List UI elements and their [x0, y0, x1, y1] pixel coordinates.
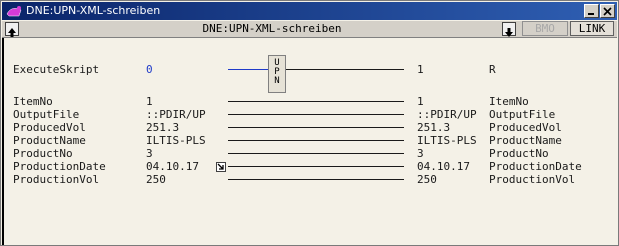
row-left-value[interactable]: 04.10.17 — [146, 160, 199, 173]
row-connector — [228, 179, 404, 180]
close-button[interactable] — [600, 4, 615, 18]
arrow-up-icon — [8, 28, 16, 37]
arrow-down-icon — [505, 28, 513, 37]
execute-right-label: R — [489, 63, 496, 76]
slider-letter: N — [274, 76, 280, 86]
toolbar: DNE:UPN-XML-schreiben BMO LINK — [2, 21, 617, 38]
row-right-value: ILTIS-PLS — [417, 134, 477, 147]
row-connector — [228, 127, 404, 128]
row-right-value: 251.3 — [417, 121, 451, 134]
row-left-value[interactable]: 1 — [146, 95, 153, 108]
row-right-label: ProducedVol — [489, 121, 562, 134]
row-left-value[interactable]: 251.3 — [146, 121, 179, 134]
row-left-value[interactable]: 3 — [146, 147, 153, 160]
row-label: OutputFile — [13, 108, 80, 121]
row-label: ProducedVol — [13, 121, 86, 134]
row-right-value: 1 — [417, 95, 424, 108]
row-label: ProductName — [13, 134, 86, 147]
row-left-value[interactable]: ::PDIR/UP — [146, 108, 206, 121]
close-icon — [603, 7, 612, 16]
parameter-panel: ExecuteSkript 0 U P N 1 R ItemNo 1 1 Ite… — [2, 38, 617, 245]
row-label: ItemNo — [13, 95, 53, 108]
app-icon — [6, 6, 22, 17]
toolbar-title: DNE:UPN-XML-schreiben — [202, 22, 342, 35]
row-connector — [228, 166, 404, 167]
minimize-button[interactable] — [584, 4, 599, 18]
row-left-value[interactable]: ILTIS-PLS — [146, 134, 206, 147]
title-bar[interactable]: DNE:UPN-XML-schreiben — [2, 2, 617, 20]
execute-right-value: 1 — [417, 63, 424, 76]
row-right-label: ProductNo — [489, 147, 549, 160]
row-connector — [228, 153, 404, 154]
app-window: DNE:UPN-XML-schreiben DNE:UPN-XML-schrei… — [0, 0, 619, 246]
row-label: ProductNo — [13, 147, 73, 160]
execute-left-value[interactable]: 0 — [146, 63, 153, 76]
row-right-value: ::PDIR/UP — [417, 108, 477, 121]
row-right-value: 3 — [417, 147, 424, 160]
minimize-icon — [588, 13, 594, 15]
date-picker-button[interactable] — [216, 162, 226, 172]
row-right-value: 04.10.17 — [417, 160, 470, 173]
row-right-label: ItemNo — [489, 95, 529, 108]
row-right-label: OutputFile — [489, 108, 556, 121]
row-right-value: 250 — [417, 173, 437, 186]
row-connector — [228, 101, 404, 102]
execute-connector-right — [286, 69, 404, 70]
row-label: ProductionDate — [13, 160, 106, 173]
row-connector — [228, 140, 404, 141]
link-button[interactable]: LINK — [570, 21, 614, 36]
row-right-label: ProductionVol — [489, 173, 576, 186]
scroll-down-button[interactable] — [502, 22, 516, 37]
execute-connector-left — [228, 69, 268, 70]
window-title: DNE:UPN-XML-schreiben — [26, 4, 161, 17]
row-right-label: ProductionDate — [489, 160, 582, 173]
row-label: ProductionVol — [13, 173, 100, 186]
scroll-up-button[interactable] — [5, 22, 19, 37]
row-connector — [228, 114, 404, 115]
execute-label: ExecuteSkript — [13, 63, 100, 76]
row-left-value[interactable]: 250 — [146, 173, 166, 186]
bmo-button[interactable]: BMO — [522, 21, 568, 36]
arrow-down-right-icon — [217, 163, 224, 170]
execute-slider[interactable]: U P N — [268, 55, 286, 93]
row-right-label: ProductName — [489, 134, 562, 147]
